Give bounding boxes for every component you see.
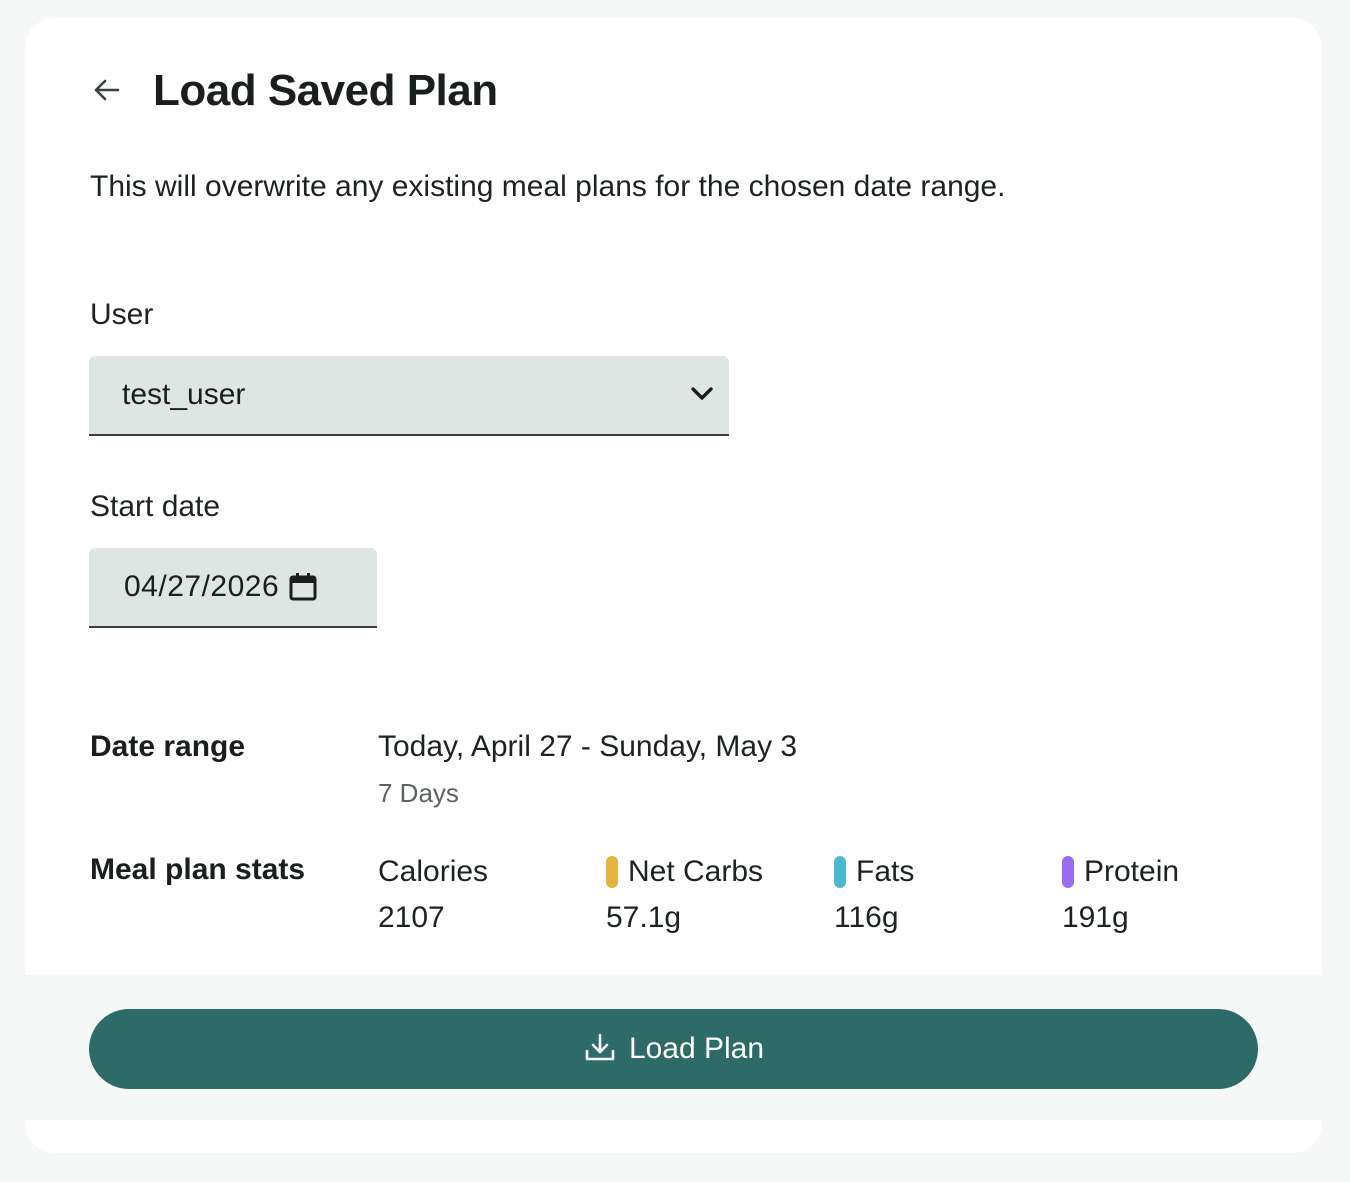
back-button[interactable] bbox=[90, 67, 130, 115]
footer: Load Plan bbox=[25, 975, 1322, 1120]
date-range-value: Today, April 27 - Sunday, May 3 bbox=[378, 730, 798, 763]
date-range-days: 7 Days bbox=[378, 778, 459, 808]
date-range-label: Date range bbox=[90, 730, 246, 763]
calendar-icon[interactable] bbox=[289, 572, 317, 602]
protein-color-icon bbox=[1062, 856, 1074, 888]
load-plan-card: Load Saved Plan This will overwrite any … bbox=[25, 18, 1322, 1153]
page-title: Load Saved Plan bbox=[153, 66, 498, 115]
start-date-value: 04/27/2026 bbox=[124, 570, 280, 603]
stat-name: Protein bbox=[1084, 855, 1180, 888]
fats-color-icon bbox=[834, 856, 846, 888]
start-date-input[interactable]: 04/27/2026 bbox=[89, 548, 377, 628]
stat-value: 57.1g bbox=[606, 901, 682, 934]
download-icon bbox=[583, 1031, 617, 1068]
meal-plan-stats-label: Meal plan stats bbox=[90, 853, 306, 886]
stat-protein: Protein 191g bbox=[1062, 853, 1179, 935]
user-select-value: test_user bbox=[122, 378, 246, 411]
stat-name: Fats bbox=[856, 855, 915, 888]
load-plan-button[interactable]: Load Plan bbox=[89, 1009, 1258, 1089]
load-plan-label: Load Plan bbox=[628, 1032, 765, 1065]
stat-value: 191g bbox=[1062, 901, 1129, 934]
stat-name: Net Carbs bbox=[628, 855, 764, 888]
user-select[interactable]: test_user bbox=[89, 356, 729, 436]
stat-fats: Fats 116g bbox=[834, 853, 914, 935]
arrow-left-icon bbox=[90, 74, 122, 109]
stat-value: 116g bbox=[834, 901, 899, 934]
header: Load Saved Plan bbox=[90, 66, 498, 116]
start-date-label: Start date bbox=[90, 490, 221, 523]
user-label: User bbox=[90, 298, 154, 331]
chevron-down-icon bbox=[689, 380, 715, 411]
stat-value: 2107 bbox=[378, 901, 445, 934]
stat-name: Calories bbox=[378, 855, 489, 888]
stat-net-carbs: Net Carbs 57.1g bbox=[606, 853, 763, 935]
overwrite-warning: This will overwrite any existing meal pl… bbox=[90, 170, 1006, 203]
stat-calories: Calories 2107 bbox=[378, 853, 488, 935]
net-carbs-color-icon bbox=[606, 856, 618, 888]
